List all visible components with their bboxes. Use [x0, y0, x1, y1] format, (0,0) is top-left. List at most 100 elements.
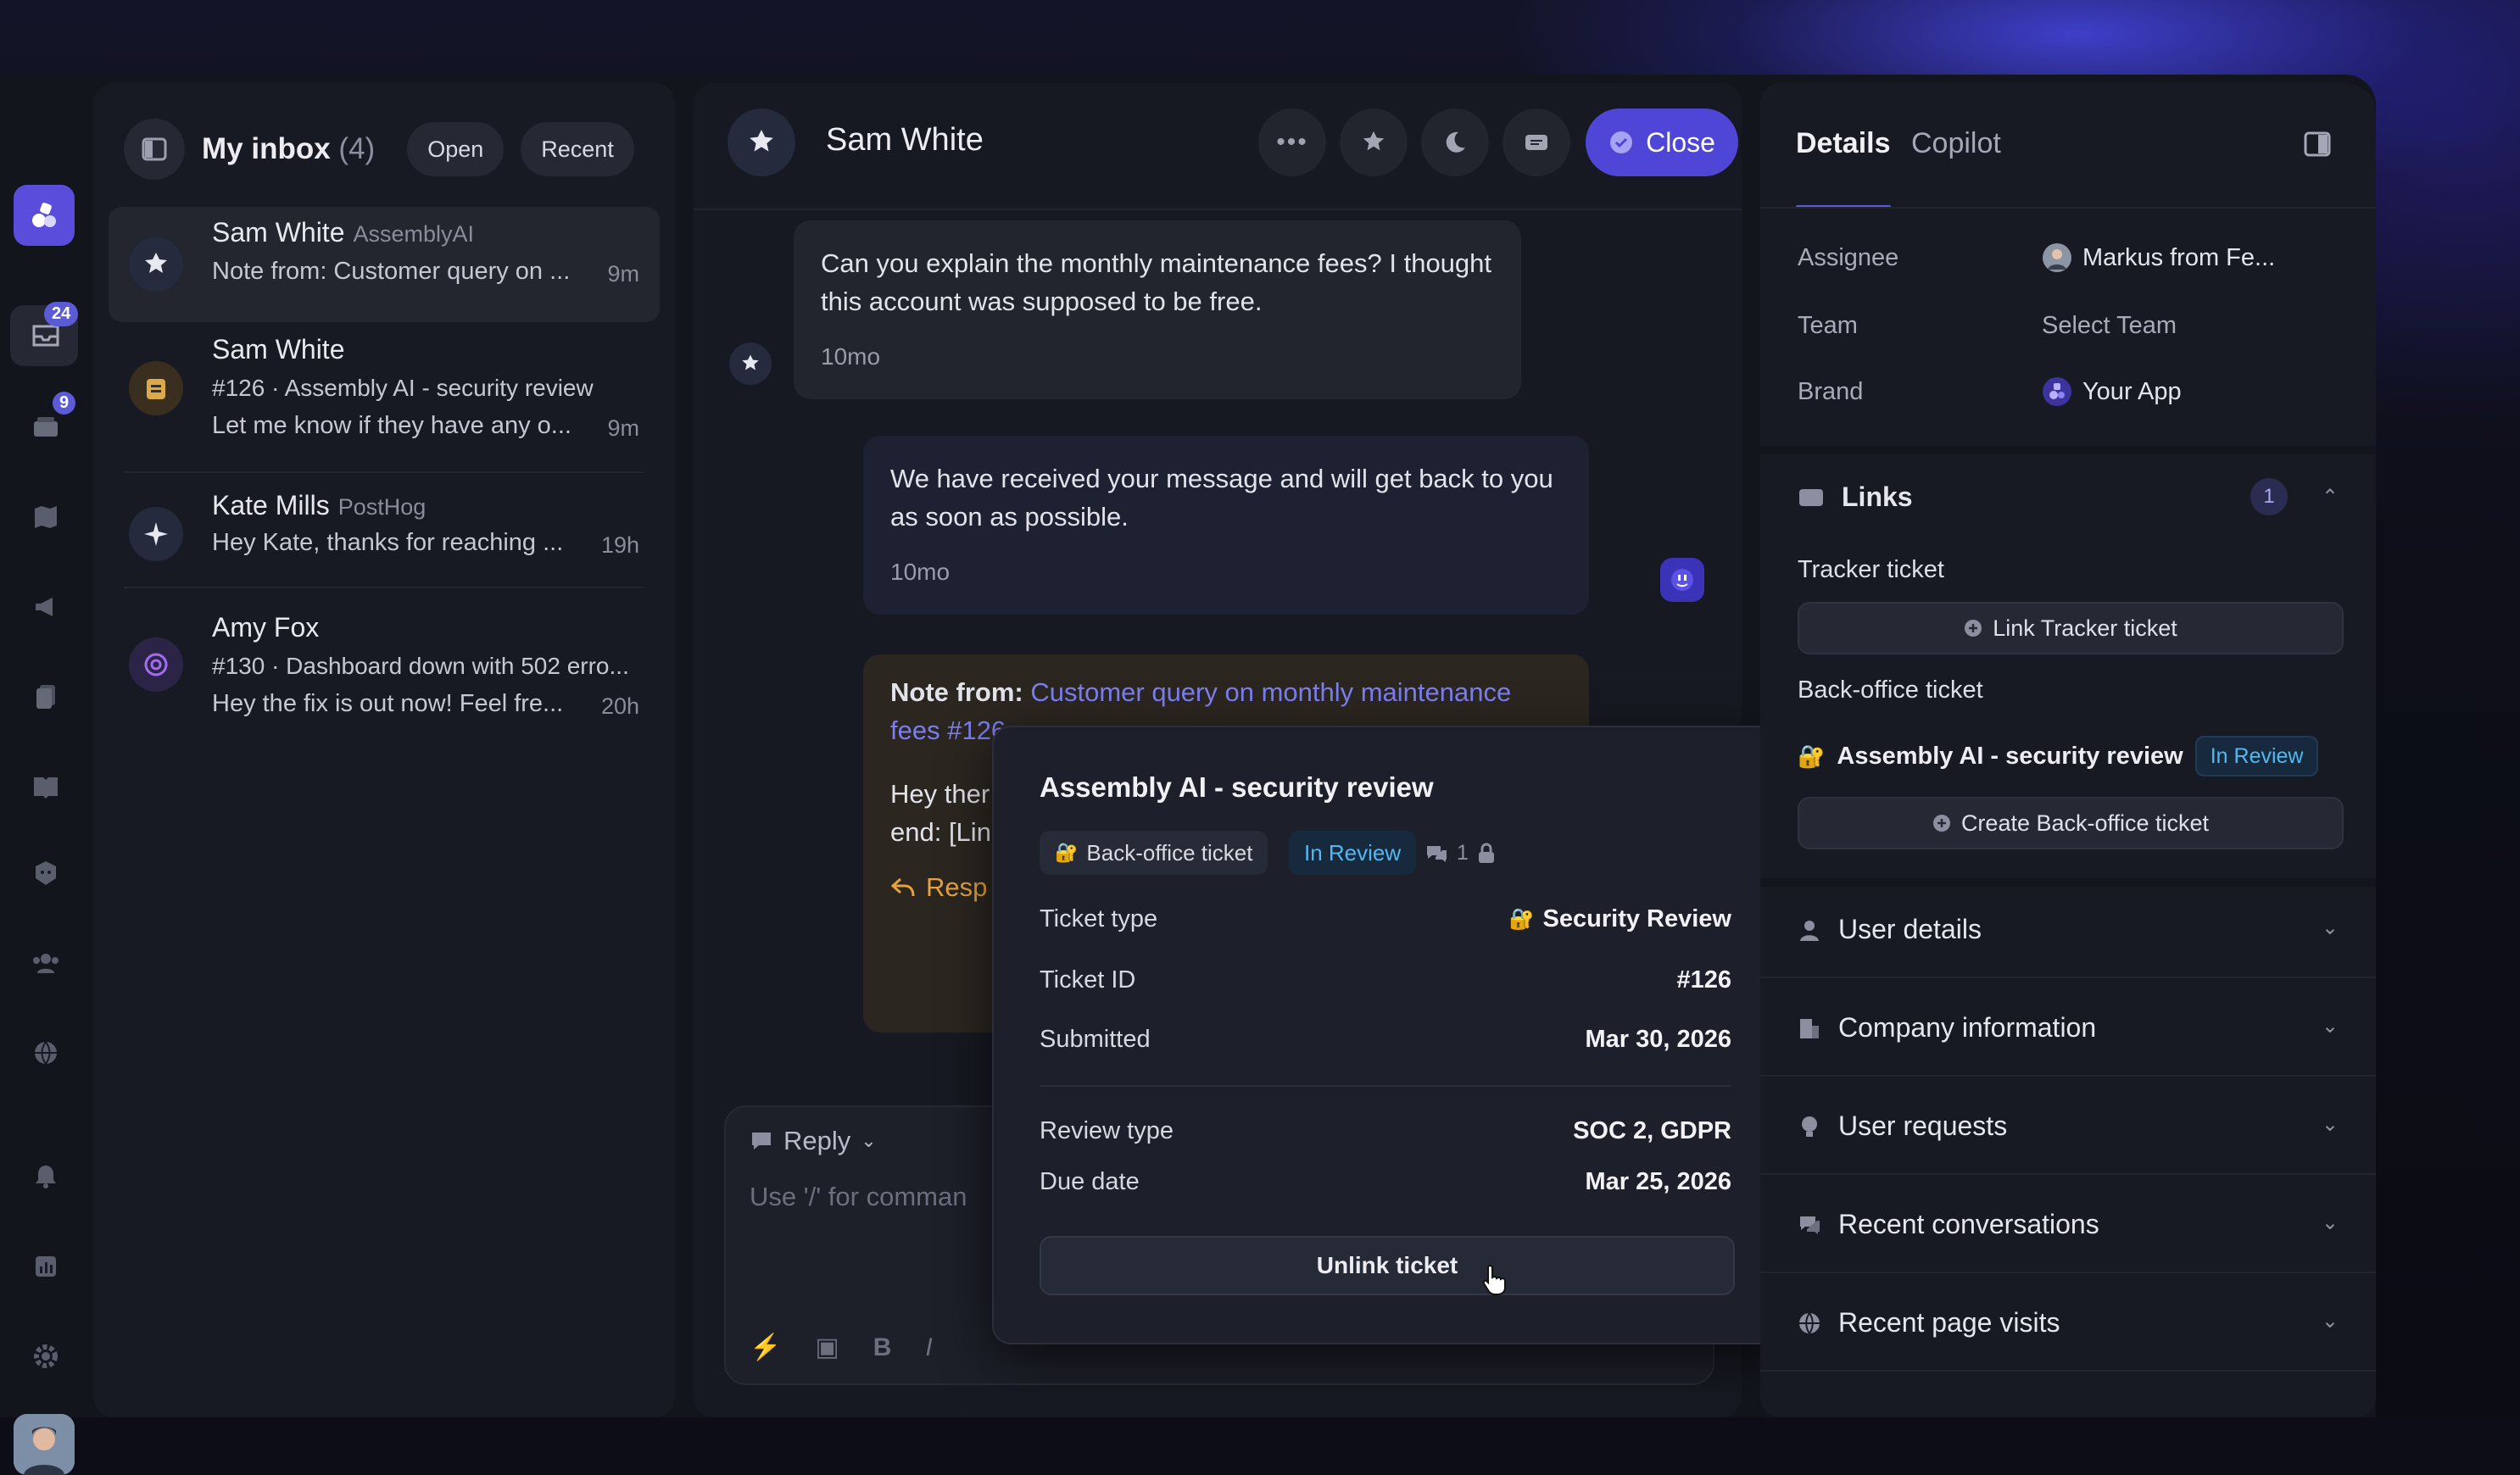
- megaphone-icon[interactable]: [27, 588, 64, 626]
- conversation-subject: #126 · Assembly AI - security review: [212, 375, 594, 401]
- conversation-item[interactable]: Sam White #126 · Assembly AI - security …: [109, 324, 660, 451]
- plus-circle-icon: [1932, 815, 1950, 832]
- recent-page-visits-section[interactable]: Recent page visits: [1798, 1307, 2060, 1339]
- tickets-count-badge: 9: [53, 392, 76, 415]
- user-message: Can you explain the monthly maintenance …: [794, 220, 1521, 399]
- reports-chart-icon[interactable]: [27, 1248, 64, 1285]
- chevron-down-icon[interactable]: ⌄: [2322, 1112, 2339, 1137]
- unlink-ticket-button[interactable]: Unlink ticket: [1040, 1236, 1735, 1295]
- reply-input[interactable]: Use '/' for comman: [750, 1182, 967, 1212]
- brand-field[interactable]: Your App: [2042, 376, 2182, 407]
- hand-cursor-icon: [1482, 1264, 1506, 1295]
- message-time: 10mo: [821, 343, 881, 370]
- section-title: Recent page visits: [1838, 1307, 2060, 1338]
- create-backoffice-ticket-button[interactable]: Create Back-office ticket: [1798, 797, 2344, 849]
- notifications-bell-icon[interactable]: [27, 1158, 64, 1195]
- knowledge-book-icon[interactable]: [27, 768, 64, 805]
- message-text: We have received your message and will g…: [890, 464, 1553, 532]
- review-type-row: Review type SOC 2, GDPR: [1040, 1117, 1731, 1145]
- tab-details[interactable]: Details: [1796, 127, 1891, 160]
- star-badge-icon: [742, 354, 759, 370]
- lock-icon: [1478, 843, 1494, 863]
- lightning-icon[interactable]: ⚡: [750, 1333, 781, 1362]
- details-panel: Details Copilot Assignee Markus from Fe.…: [1760, 83, 2376, 1417]
- team-select[interactable]: Select Team: [2042, 312, 2177, 340]
- chevron-up-icon[interactable]: ⌃: [2322, 485, 2339, 509]
- snooze-button[interactable]: [1421, 109, 1489, 176]
- section-title: User details: [1838, 914, 1982, 944]
- comment-count: 1: [1424, 841, 1496, 866]
- message-time: 10mo: [890, 559, 951, 585]
- toggle-sidebar-button[interactable]: [124, 119, 185, 180]
- conversation-name: Amy Fox: [212, 612, 320, 643]
- panel-toggle-icon[interactable]: [2303, 131, 2332, 158]
- chevron-down-icon[interactable]: ⌄: [2322, 916, 2339, 940]
- bot-icon[interactable]: [27, 854, 64, 892]
- user-requests-section[interactable]: User requests: [1798, 1110, 2007, 1142]
- conversation-subject: #130 · Dashboard down with 502 erro...: [212, 653, 629, 679]
- app-logo-icon[interactable]: [14, 185, 75, 246]
- divider: [1760, 977, 2376, 978]
- links-title: Links: [1842, 481, 1913, 512]
- divider: [1760, 1075, 2376, 1077]
- more-options-button[interactable]: •••: [1258, 109, 1326, 176]
- bot-message: We have received your message and will g…: [863, 436, 1589, 615]
- assignee-field[interactable]: Markus from Fe...: [2042, 242, 2275, 273]
- image-icon[interactable]: ▣: [815, 1333, 839, 1362]
- links-section-header[interactable]: Links: [1798, 481, 1913, 513]
- settings-gear-icon[interactable]: [27, 1338, 64, 1375]
- brand-label: Brand: [1798, 378, 1864, 405]
- star-button[interactable]: [1340, 109, 1408, 176]
- linked-backoffice-ticket[interactable]: 🔐 Assembly AI - security review In Revie…: [1798, 736, 2319, 776]
- inbox-title: My inbox (4): [202, 132, 375, 166]
- convert-ticket-button[interactable]: [1503, 109, 1570, 176]
- italic-icon[interactable]: I: [925, 1333, 932, 1362]
- link-tracker-label: Link Tracker ticket: [1993, 615, 2177, 641]
- row-value: Mar 30, 2026: [1585, 1026, 1731, 1053]
- contacts-icon[interactable]: [27, 944, 64, 982]
- contact-avatar: [729, 342, 772, 385]
- user-avatar[interactable]: [14, 1414, 75, 1475]
- close-conversation-button[interactable]: Close: [1586, 109, 1738, 176]
- ticket-type-row: Ticket type 🔐 Security Review: [1040, 905, 1731, 933]
- conversation-company: AssemblyAI: [353, 221, 475, 247]
- tab-copilot[interactable]: Copilot: [1911, 127, 2001, 160]
- company-information-section[interactable]: Company information: [1798, 1012, 2096, 1044]
- reply-mode-dropdown[interactable]: Reply ⌄: [750, 1126, 877, 1156]
- chevron-down-icon[interactable]: ⌄: [2322, 1309, 2339, 1333]
- chevron-down-icon[interactable]: ⌄: [2322, 1014, 2339, 1038]
- contact-avatar[interactable]: [728, 109, 795, 176]
- divider: [1760, 1272, 2376, 1273]
- divider: [694, 209, 1742, 210]
- tracker-ticket-label: Tracker ticket: [1798, 556, 1944, 583]
- recent-conversations-section[interactable]: Recent conversations: [1798, 1209, 2099, 1240]
- globe-icon: [1799, 1311, 1820, 1334]
- conversation-header: Sam White ••• Close: [728, 109, 1738, 176]
- person-icon: [1800, 920, 1819, 941]
- chat-bubble-icon: [752, 1133, 771, 1149]
- plus-circle-icon: [1965, 620, 1982, 637]
- conversation-name: Kate Mills: [212, 490, 330, 520]
- map-icon[interactable]: [27, 498, 64, 536]
- nav-rail: 24 9: [0, 75, 92, 1475]
- bold-icon[interactable]: B: [873, 1333, 892, 1362]
- conversation-time: 9m: [607, 415, 639, 441]
- star-badge-icon: [750, 130, 773, 152]
- filter-open-button[interactable]: Open: [407, 122, 505, 176]
- conversation-item[interactable]: Amy Fox #130 · Dashboard down with 502 e…: [109, 602, 660, 729]
- close-label: Close: [1646, 126, 1715, 158]
- backoffice-ticket-title: Assembly AI - security review: [1837, 742, 2183, 770]
- conversation-item[interactable]: Sam White AssemblyAI Note from: Customer …: [109, 207, 660, 322]
- check-circle-icon: [1610, 131, 1633, 153]
- documents-icon[interactable]: [27, 678, 64, 715]
- user-details-section[interactable]: User details: [1798, 914, 1982, 945]
- apps-globe-icon[interactable]: [27, 1034, 64, 1071]
- composer-toolbar: ⚡ ▣ B I: [750, 1333, 933, 1362]
- sort-recent-button[interactable]: Recent: [521, 122, 634, 176]
- link-tracker-ticket-button[interactable]: Link Tracker ticket: [1798, 602, 2344, 654]
- tickets-icon[interactable]: [27, 409, 64, 446]
- sidebar-toggle-icon: [142, 137, 167, 161]
- chevron-down-icon[interactable]: ⌄: [2322, 1211, 2339, 1235]
- conversation-item[interactable]: Kate Mills PostHog Hey Kate, thanks for r…: [109, 481, 660, 575]
- reply-mode-label: Reply: [783, 1126, 851, 1155]
